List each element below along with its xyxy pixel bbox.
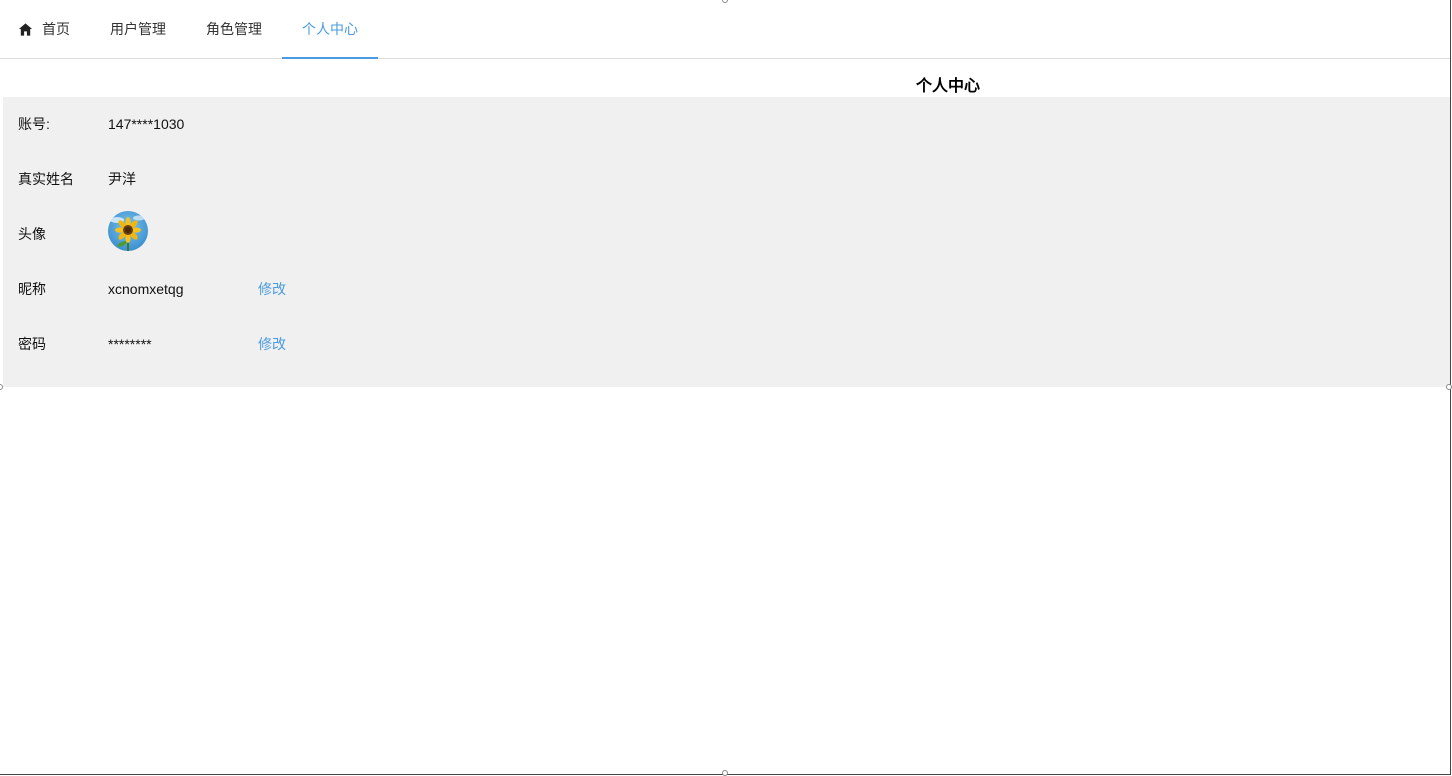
password-value: ********	[108, 336, 152, 352]
tab-role-management[interactable]: 角色管理	[186, 0, 282, 58]
page-title: 个人中心	[915, 78, 980, 95]
tab-home[interactable]: 首页	[0, 0, 90, 58]
page-title-area: 个人中心	[0, 60, 1450, 97]
resize-handle-bottom[interactable]	[722, 770, 728, 776]
nickname-label: 昵称	[18, 281, 46, 297]
tab-home-label: 首页	[42, 21, 70, 37]
real-name-value: 尹洋	[108, 171, 136, 187]
avatar-row: 头像	[18, 211, 148, 251]
tab-personal-center[interactable]: 个人中心	[282, 0, 378, 59]
account-value: 147****1030	[108, 116, 185, 132]
profile-panel: 账号: 147****1030 真实姓名 尹洋 头像 昵称 xcnomxetqg…	[3, 97, 1450, 387]
password-row: 密码 ******** 修改	[18, 334, 286, 354]
nickname-value: xcnomxetqg	[108, 281, 184, 297]
edit-password-link[interactable]: 修改	[258, 334, 286, 354]
app-window: 首页 用户管理 角色管理 个人中心 个人中心 账号: 147****1030 真…	[0, 0, 1451, 775]
avatar-label: 头像	[18, 226, 46, 242]
edit-nickname-link[interactable]: 修改	[258, 279, 286, 299]
account-label: 账号:	[18, 116, 50, 132]
account-row: 账号: 147****1030	[18, 114, 258, 134]
top-tab-bar: 首页 用户管理 角色管理 个人中心	[0, 0, 1450, 59]
resize-handle-right[interactable]	[1446, 384, 1452, 390]
home-icon	[18, 22, 33, 36]
tab-personal-center-label: 个人中心	[302, 21, 358, 37]
tab-user-management-label: 用户管理	[110, 21, 166, 37]
real-name-label: 真实姓名	[18, 171, 74, 187]
tab-user-management[interactable]: 用户管理	[90, 0, 186, 58]
avatar[interactable]	[108, 211, 148, 251]
nickname-row: 昵称 xcnomxetqg 修改	[18, 279, 286, 299]
tab-role-management-label: 角色管理	[206, 21, 262, 37]
password-label: 密码	[18, 336, 46, 352]
real-name-row: 真实姓名 尹洋	[18, 169, 258, 189]
sunflower-avatar-icon	[108, 211, 148, 251]
